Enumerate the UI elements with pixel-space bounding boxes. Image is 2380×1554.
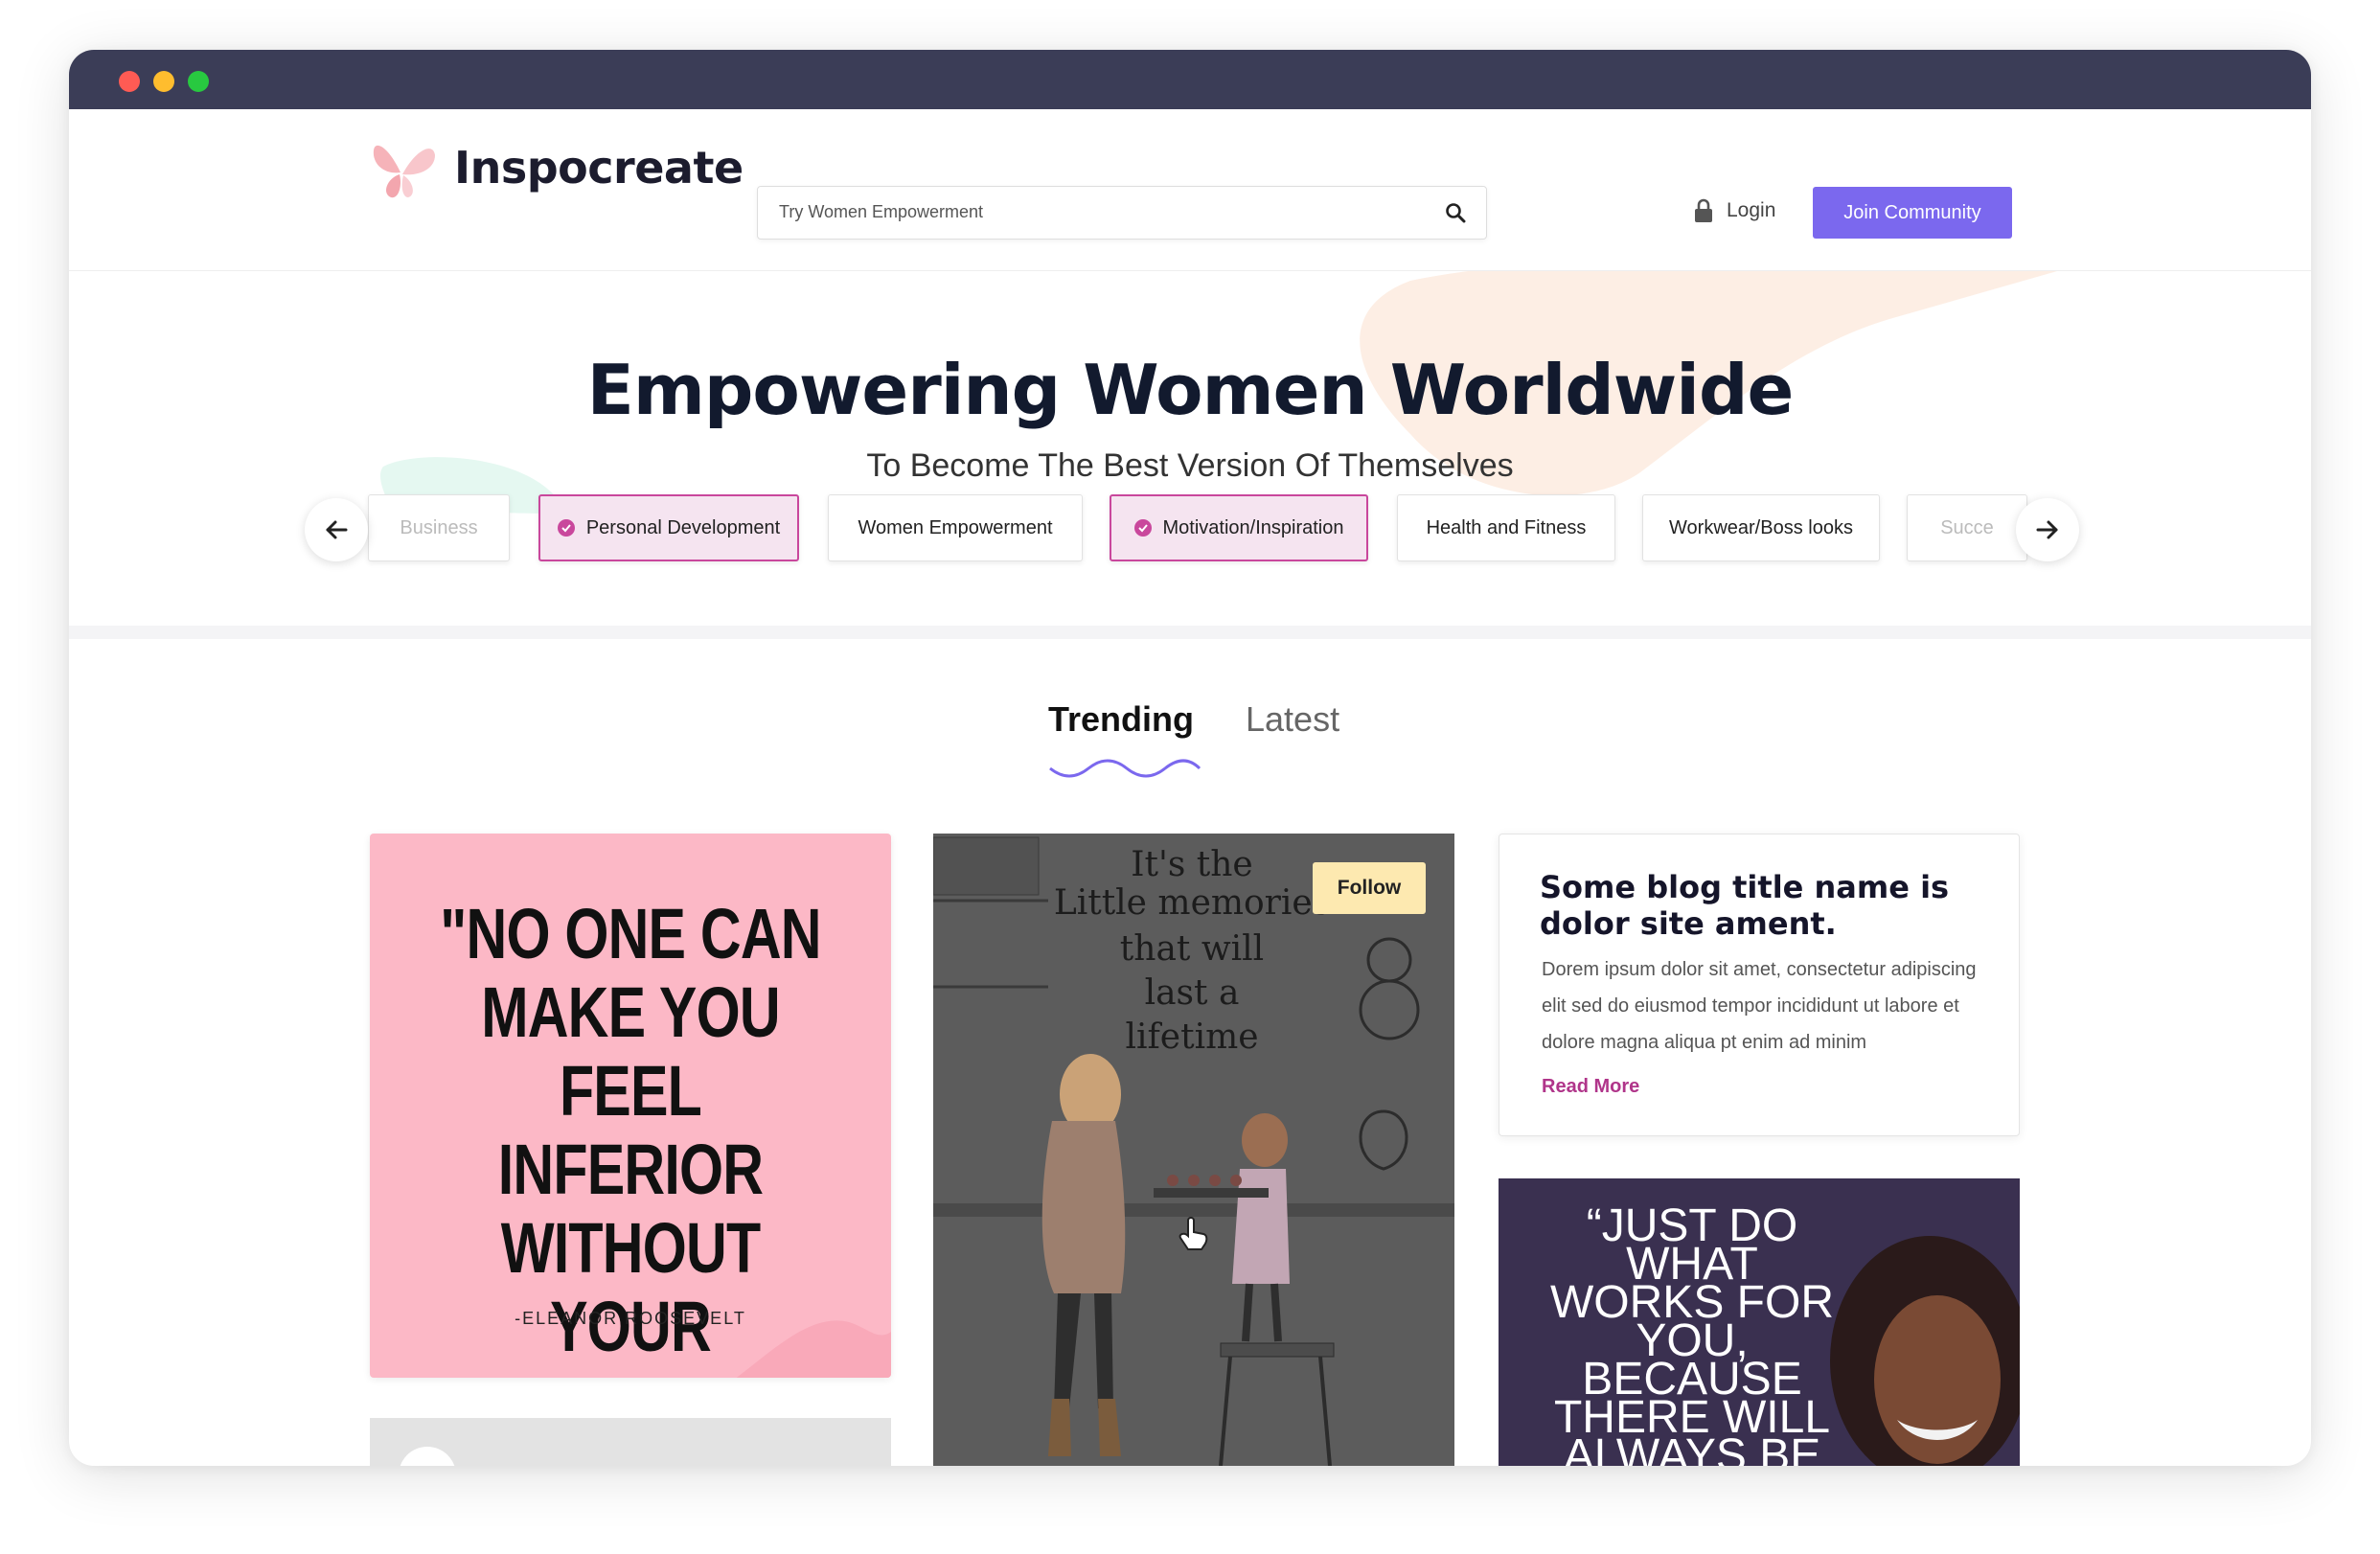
- portrait-photo: [1830, 1236, 2020, 1466]
- search-input[interactable]: [758, 187, 1452, 237]
- category-chip-workwear-boss-looks[interactable]: Workwear/Boss looks: [1642, 494, 1880, 561]
- section-divider: [69, 626, 2311, 639]
- check-icon: [557, 519, 575, 537]
- category-next-button[interactable]: [2016, 498, 2079, 561]
- category-chip-personal-development[interactable]: Personal Development: [538, 494, 799, 561]
- illustration-text-line-4: last a: [1144, 973, 1240, 1013]
- hand-cursor-icon: [1179, 1217, 1208, 1250]
- photo-card-partial[interactable]: [370, 1418, 891, 1466]
- hero-title: Empowering Women Worldwide: [586, 350, 1795, 430]
- category-chip-business[interactable]: Business: [368, 494, 510, 561]
- minimize-window-button[interactable]: [153, 71, 174, 92]
- blog-excerpt: Dorem ipsum dolor sit amet, consectetur …: [1542, 959, 1977, 1053]
- quote-card-roosevelt[interactable]: "NO ONE CAN MAKE YOU FEEL INFERIOR WITHO…: [370, 834, 891, 1378]
- category-label: Workwear/Boss looks: [1669, 516, 1853, 538]
- quote-text-2: “JUST DO WHAT WORKS FOR YOU, BECAUSE THE…: [1550, 1200, 1834, 1467]
- blog-card[interactable]: Some blog title name is dolor site ament…: [1499, 834, 2020, 1136]
- hero-section: Empowering Women Worldwide To Become The…: [69, 271, 2311, 626]
- window-titlebar: [69, 50, 2311, 109]
- hero-subtitle: To Become The Best Version Of Themselves: [866, 447, 1514, 484]
- brand-name: Inspocreate: [454, 142, 744, 194]
- active-tab-underline: [1049, 759, 1201, 778]
- maximize-window-button[interactable]: [188, 71, 209, 92]
- blog-title: Some blog title name is dolor site ament…: [1540, 869, 1950, 942]
- follow-button[interactable]: Follow: [1313, 862, 1426, 914]
- browser-window: Inspocreate Login Join Community Empower…: [69, 50, 2311, 1466]
- arrow-right-icon: [2036, 520, 2058, 539]
- quote-text: "NO ONE CAN MAKE YOU FEEL INFERIOR WITHO…: [440, 894, 821, 1379]
- category-label: Motivation/Inspiration: [1162, 516, 1344, 538]
- illustration-text-line-3: that will: [1119, 929, 1265, 969]
- category-label: Women Empowerment: [858, 516, 1053, 538]
- join-community-button[interactable]: Join Community: [1813, 187, 2012, 239]
- tab-latest[interactable]: Latest: [1246, 699, 1339, 740]
- search-bar: [757, 186, 1487, 240]
- category-prev-button[interactable]: [305, 498, 368, 561]
- close-window-button[interactable]: [119, 71, 140, 92]
- category-label: Health and Fitness: [1426, 516, 1587, 538]
- category-label: Personal Development: [585, 516, 781, 538]
- category-label: Succe: [1940, 516, 1994, 538]
- tab-trending[interactable]: Trending: [1048, 699, 1194, 740]
- login-link[interactable]: Login: [1694, 198, 1775, 223]
- login-label: Login: [1727, 199, 1776, 221]
- illustration-card[interactable]: It's the Little memories that will last …: [933, 834, 1454, 1466]
- arrow-left-icon: [326, 520, 348, 539]
- search-icon[interactable]: [1444, 201, 1467, 224]
- check-icon: [1133, 519, 1152, 537]
- category-chip-women-empowerment[interactable]: Women Empowerment: [828, 494, 1083, 561]
- quote-author: -ELEANOR ROOSEVELT: [515, 1309, 746, 1328]
- butterfly-logo-icon: [373, 145, 435, 198]
- brand-logo[interactable]: Inspocreate: [368, 134, 744, 201]
- feed-tabs: Trending Latest: [69, 690, 2311, 786]
- category-label: Business: [400, 516, 478, 538]
- top-navbar: Inspocreate Login Join Community: [69, 109, 2311, 271]
- category-chip-success[interactable]: Succe: [1907, 494, 2027, 561]
- lock-icon: [1695, 198, 1712, 222]
- illustration-text-line-5: lifetime: [1125, 1017, 1259, 1057]
- category-chip-motivation-inspiration[interactable]: Motivation/Inspiration: [1110, 494, 1368, 561]
- mother-daughter-illustration: [933, 834, 1454, 1466]
- partial-photo: [370, 1418, 891, 1466]
- read-more-link[interactable]: Read More: [1542, 1076, 1639, 1098]
- category-chip-health-fitness[interactable]: Health and Fitness: [1397, 494, 1615, 561]
- quote-card-obama[interactable]: “JUST DO WHAT WORKS FOR YOU, BECAUSE THE…: [1499, 1178, 2020, 1466]
